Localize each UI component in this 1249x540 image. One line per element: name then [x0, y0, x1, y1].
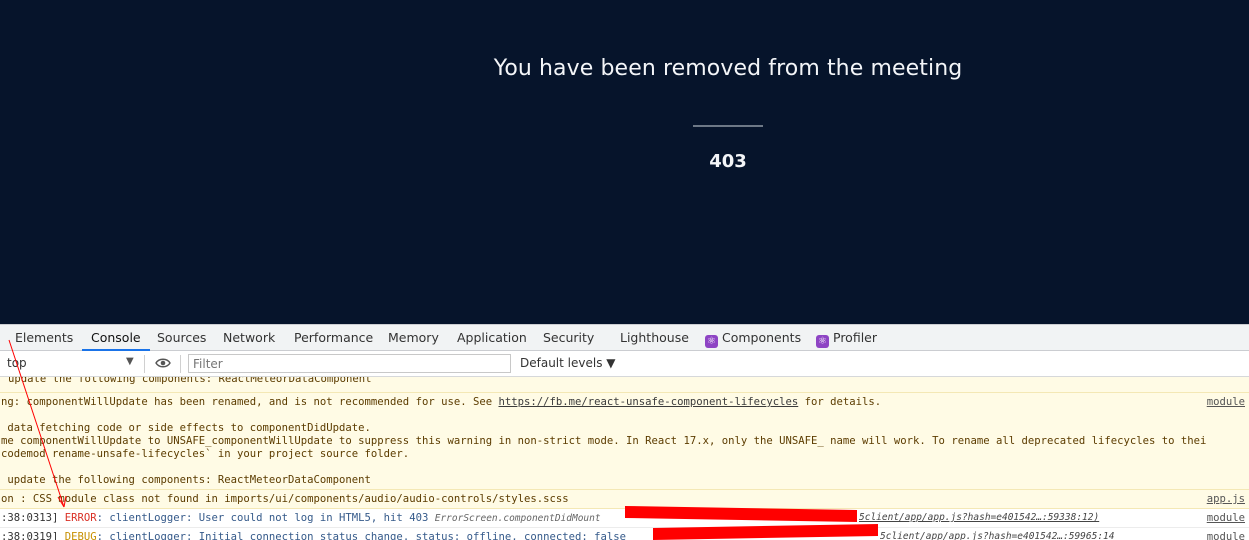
- meeting-ended-screen: You have been removed from the meeting 4…: [0, 0, 1249, 324]
- eye-icon[interactable]: [155, 357, 171, 369]
- chevron-down-icon[interactable]: ▼: [126, 356, 134, 367]
- tab-memory[interactable]: Memory: [388, 325, 439, 351]
- log-line: data fetching code or side effects to co…: [1, 422, 371, 434]
- tab-network[interactable]: Network: [223, 325, 275, 351]
- separator: [693, 125, 763, 127]
- removed-message: You have been removed from the meeting: [493, 56, 963, 81]
- warning-message: update the following components: ReactMe…: [0, 377, 1249, 393]
- tab-lighthouse[interactable]: Lighthouse: [620, 325, 689, 351]
- tab-sources[interactable]: Sources: [157, 325, 206, 351]
- devtools-tab-bar: Elements Console Sources Network Perform…: [0, 324, 1249, 351]
- tab-console[interactable]: Console: [82, 325, 150, 351]
- debug-log-row: :38:0319] DEBUG: clientLogger: Initial c…: [0, 528, 1249, 540]
- log-line: update the following components: ReactMe…: [8, 377, 372, 385]
- tab-security[interactable]: Security: [543, 325, 594, 351]
- warning-message: ng: componentWillUpdate has been renamed…: [0, 393, 1249, 490]
- log-line: ng: componentWillUpdate has been renamed…: [1, 396, 882, 408]
- log-line: me componentWillUpdate to UNSAFE_compone…: [1, 435, 1207, 447]
- console-toolbar: top ▼ Default levels ▼: [0, 351, 1249, 377]
- stack-location-link[interactable]: 5client/app/app.js?hash=e401542…:59338:1…: [859, 512, 1099, 523]
- tab-components[interactable]: ⚛ Components: [705, 325, 801, 351]
- tab-elements[interactable]: Elements: [15, 325, 73, 351]
- react-icon: ⚛: [705, 335, 718, 348]
- divider: [180, 355, 181, 373]
- log-line: on : CSS module class not found in impor…: [1, 493, 569, 505]
- tab-performance[interactable]: Performance: [294, 325, 373, 351]
- source-link[interactable]: module: [1207, 531, 1245, 540]
- react-icon: ⚛: [816, 335, 829, 348]
- tab-application[interactable]: Application: [457, 325, 527, 351]
- divider: [144, 355, 145, 373]
- docs-link[interactable]: https://fb.me/react-unsafe-component-lif…: [498, 396, 798, 408]
- source-link[interactable]: app.js: [1207, 493, 1245, 505]
- source-link[interactable]: module: [1207, 512, 1245, 524]
- stack-location-link[interactable]: 5client/app/app.js?hash=e401542…:59965:1…: [880, 531, 1115, 540]
- context-selector[interactable]: top: [7, 356, 27, 370]
- log-line: :38:0313] ERROR: clientLogger: User coul…: [1, 512, 601, 524]
- tab-profiler[interactable]: ⚛ Profiler: [816, 325, 877, 351]
- log-line: codemod rename-unsafe-lifecycles` in you…: [1, 448, 410, 460]
- source-link[interactable]: module: [1207, 396, 1245, 408]
- log-line: update the following components: ReactMe…: [1, 474, 371, 486]
- log-levels-dropdown[interactable]: Default levels ▼: [520, 356, 616, 370]
- error-code: 403: [709, 151, 747, 172]
- filter-input[interactable]: [188, 354, 511, 373]
- log-line: :38:0319] DEBUG: clientLogger: Initial c…: [1, 531, 627, 540]
